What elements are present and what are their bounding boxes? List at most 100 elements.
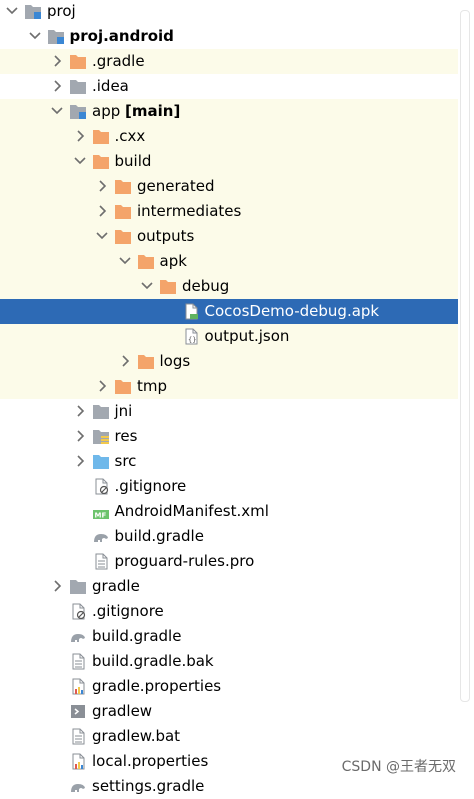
tree-row-label: apk xyxy=(159,252,187,270)
tree-row[interactable]: generated xyxy=(0,174,458,199)
tree-row[interactable]: outputs xyxy=(0,224,458,249)
tree-row[interactable]: .cxx xyxy=(0,124,458,149)
tree-row-label: proj.android xyxy=(69,27,174,45)
gradle-file-icon xyxy=(69,778,87,795)
tree-row-label: CocosDemo-debug.apk xyxy=(204,302,380,320)
text-file-icon xyxy=(69,653,87,670)
tree-row[interactable]: .gradle xyxy=(0,49,458,74)
chevron-down-icon[interactable] xyxy=(4,1,20,21)
text-file-icon xyxy=(69,728,87,745)
shell-file-icon xyxy=(69,703,87,720)
tree-row[interactable]: build.gradle xyxy=(0,624,458,649)
chevron-down-icon[interactable] xyxy=(94,226,110,246)
folder-orange-icon xyxy=(114,178,132,195)
gitignore-file-icon xyxy=(92,478,110,495)
tree-row[interactable]: proj xyxy=(0,0,458,24)
tree-row[interactable]: build.gradle xyxy=(0,524,458,549)
tree-row-label: debug xyxy=(182,277,230,295)
tree-row-label: .idea xyxy=(92,77,129,95)
module-folder-icon xyxy=(69,103,87,120)
tree-row[interactable]: intermediates xyxy=(0,199,458,224)
chevron-right-icon[interactable] xyxy=(72,426,88,446)
chevron-right-icon[interactable] xyxy=(49,51,65,71)
tree-row-label: gradle xyxy=(92,577,140,595)
tree-row[interactable]: CocosDemo-debug.apk xyxy=(0,299,458,324)
tree-row-label: generated xyxy=(137,177,215,195)
folder-gray-icon xyxy=(69,578,87,595)
tree-row[interactable]: app [main] xyxy=(0,99,458,124)
tree-row-label: app [main] xyxy=(92,102,181,120)
chevron-down-icon[interactable] xyxy=(49,101,65,121)
chevron-right-icon[interactable] xyxy=(72,451,88,471)
tree-row-label: gradle.properties xyxy=(92,677,222,695)
chevron-right-icon[interactable] xyxy=(117,351,133,371)
scrollbar-thumb[interactable] xyxy=(460,10,470,702)
tree-row-label: outputs xyxy=(137,227,195,245)
chevron-right-icon[interactable] xyxy=(72,401,88,421)
tree-row[interactable]: .gitignore xyxy=(0,474,458,499)
chevron-right-icon[interactable] xyxy=(72,126,88,146)
folder-orange-icon xyxy=(92,153,110,170)
tree-row-label: gradlew.bat xyxy=(92,727,181,745)
chevron-down-icon[interactable] xyxy=(72,151,88,171)
tree-row[interactable]: apk xyxy=(0,249,458,274)
chevron-down-icon[interactable] xyxy=(27,26,43,46)
chevron-right-icon[interactable] xyxy=(49,576,65,596)
module-folder-icon xyxy=(47,28,65,45)
tree-row-label: .gitignore xyxy=(92,602,164,620)
chevron-right-icon[interactable] xyxy=(49,76,65,96)
tree-row[interactable]: logs xyxy=(0,349,458,374)
tree-row-label: proj xyxy=(47,2,76,20)
tree-row[interactable]: res xyxy=(0,424,458,449)
folder-orange-icon xyxy=(114,228,132,245)
tree-row[interactable]: build.gradle.bak xyxy=(0,649,458,674)
folder-orange-icon xyxy=(69,53,87,70)
chevron-right-icon[interactable] xyxy=(94,376,110,396)
folder-orange-icon xyxy=(159,278,177,295)
tree-row[interactable]: MF AndroidManifest.xml xyxy=(0,499,458,524)
tree-row-label: logs xyxy=(159,352,191,370)
tree-row[interactable]: .gitignore xyxy=(0,599,458,624)
tree-row[interactable]: gradlew xyxy=(0,699,458,724)
tree-row[interactable]: gradle xyxy=(0,574,458,599)
tree-row-label: settings.gradle xyxy=(92,777,205,795)
chevron-right-icon[interactable] xyxy=(94,201,110,221)
tree-row-label: .cxx xyxy=(114,127,146,145)
tree-row-label: AndroidManifest.xml xyxy=(114,502,269,520)
gradle-file-icon xyxy=(92,528,110,545)
chevron-down-icon[interactable] xyxy=(117,251,133,271)
module-folder-icon xyxy=(24,3,42,20)
tree-row[interactable]: jni xyxy=(0,399,458,424)
tree-row[interactable]: proj.android xyxy=(0,24,458,49)
text-file-icon xyxy=(92,553,110,570)
tree-row[interactable]: proguard-rules.pro xyxy=(0,549,458,574)
tree-row[interactable]: src xyxy=(0,449,458,474)
chevron-right-icon[interactable] xyxy=(94,176,110,196)
tree-row-label: gradlew xyxy=(92,702,153,720)
folder-orange-icon xyxy=(114,378,132,395)
tree-row[interactable]: tmp xyxy=(0,374,458,399)
tree-row[interactable]: settings.gradle xyxy=(0,774,458,799)
chevron-down-icon[interactable] xyxy=(139,276,155,296)
apk-file-icon xyxy=(182,303,200,320)
tree-row[interactable]: gradlew.bat xyxy=(0,724,458,749)
json-file-icon: {} xyxy=(182,328,200,345)
gitignore-file-icon xyxy=(69,603,87,620)
tree-row[interactable]: .idea xyxy=(0,74,458,99)
tree-row[interactable]: debug xyxy=(0,274,458,299)
folder-blue-icon xyxy=(92,453,110,470)
watermark: CSDN @王者无双 xyxy=(341,759,456,775)
svg-text:{}: {} xyxy=(188,336,196,344)
tree-row-label: jni xyxy=(114,402,133,420)
tree-row-label: local.properties xyxy=(92,752,209,770)
folder-gray-icon xyxy=(92,403,110,420)
tree-row[interactable]: build xyxy=(0,149,458,174)
tree-row[interactable]: {} output.json xyxy=(0,324,458,349)
tree-row[interactable]: gradle.properties xyxy=(0,674,458,699)
tree-row-label: build xyxy=(114,152,152,170)
tree-row-label: .gitignore xyxy=(114,477,187,495)
scrollbar[interactable] xyxy=(458,0,474,784)
folder-orange-icon xyxy=(114,203,132,220)
module-tag: [main] xyxy=(125,102,181,120)
tree-row-label: src xyxy=(114,452,137,470)
